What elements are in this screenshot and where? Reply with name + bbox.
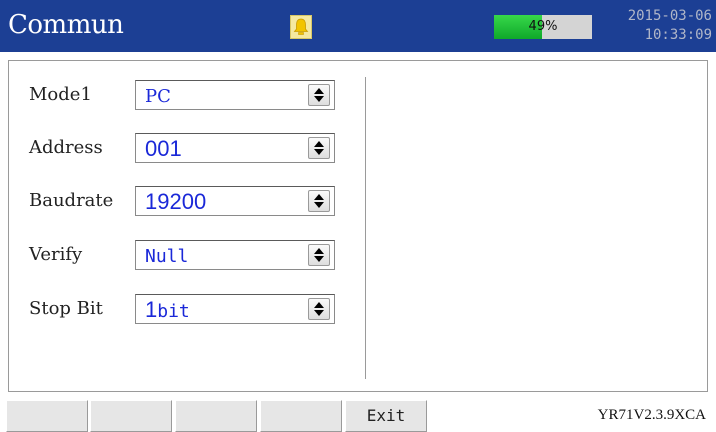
progress-bar: 49%: [494, 15, 592, 39]
title-bar: Commun 49% 2015-03-06 10:33:09: [0, 0, 716, 52]
function-button-2[interactable]: [90, 400, 172, 432]
setting-label: Mode1: [29, 84, 92, 105]
function-button-3[interactable]: [175, 400, 257, 432]
page-title: Commun: [8, 10, 124, 40]
time-display: 10:33:09: [644, 27, 712, 43]
setting-row-address: Address 001: [9, 133, 349, 163]
function-button-4[interactable]: [260, 400, 342, 432]
setting-label: Verify: [29, 244, 83, 265]
stop-bit-number: 1: [145, 297, 158, 322]
settings-panel: Mode1 PC Address 001 Baudrate 19200 Veri…: [8, 60, 708, 392]
setting-value: PC: [145, 86, 171, 107]
setting-value: 1bit: [145, 297, 190, 323]
spin-updown-icon[interactable]: [308, 190, 330, 212]
panel-divider: [365, 77, 366, 379]
progress-label: 49%: [528, 19, 558, 34]
exit-button[interactable]: Exit: [345, 400, 427, 432]
setting-label: Stop Bit: [29, 298, 103, 319]
spin-updown-icon[interactable]: [308, 298, 330, 320]
setting-value: Null: [145, 246, 189, 267]
spin-updown-icon[interactable]: [308, 84, 330, 106]
bell-icon: [293, 18, 309, 35]
alarm-button[interactable]: [290, 15, 312, 39]
setting-row-verify: Verify Null: [9, 240, 349, 270]
setting-row-baudrate: Baudrate 19200: [9, 186, 349, 216]
verify-select[interactable]: Null: [135, 240, 335, 270]
spin-updown-icon[interactable]: [308, 137, 330, 159]
mode-select[interactable]: PC: [135, 80, 335, 110]
spin-updown-icon[interactable]: [308, 244, 330, 266]
setting-label: Address: [29, 137, 103, 158]
setting-value: 19200: [145, 189, 207, 214]
stop-bit-unit: bit: [157, 301, 190, 322]
address-select[interactable]: 001: [135, 133, 335, 163]
setting-label: Baudrate: [29, 190, 114, 211]
date-display: 2015-03-06: [627, 8, 712, 24]
baudrate-select[interactable]: 19200: [135, 186, 335, 216]
setting-row-mode: Mode1 PC: [9, 80, 349, 110]
version-label: YR71V2.3.9XCA: [597, 407, 706, 423]
setting-value: 001: [145, 136, 182, 161]
setting-row-stop-bit: Stop Bit 1bit: [9, 294, 349, 324]
stop-bit-select[interactable]: 1bit: [135, 294, 335, 324]
function-button-1[interactable]: [6, 400, 88, 432]
function-key-bar: Exit YR71V2.3.9XCA: [0, 400, 716, 432]
